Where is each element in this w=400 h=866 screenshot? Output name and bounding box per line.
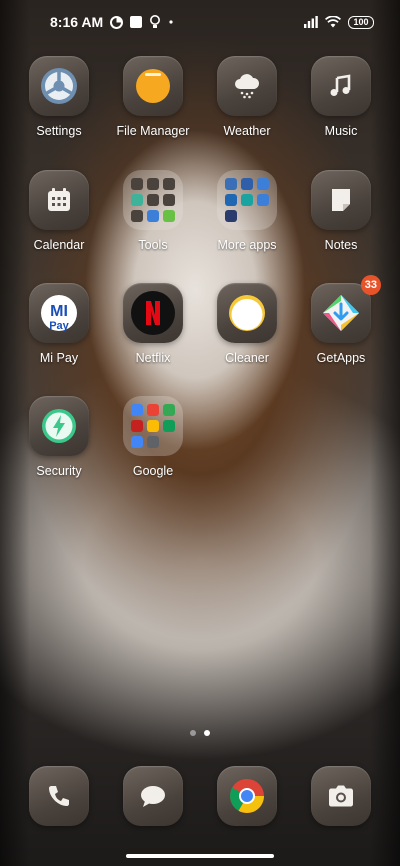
home-indicator[interactable] (126, 854, 274, 858)
app-label: Calendar (33, 238, 85, 252)
security-bolt-icon (29, 396, 89, 456)
app-music[interactable]: Music (293, 56, 389, 138)
app-weather[interactable]: Weather (199, 56, 295, 138)
file-manager-icon (123, 56, 183, 116)
app-label: Weather (223, 124, 271, 138)
notes-icon (311, 170, 371, 230)
app-label: Google (132, 464, 174, 478)
app-label: File Manager (116, 124, 190, 138)
page-dot[interactable] (190, 730, 196, 736)
app-security[interactable]: Security (11, 396, 107, 478)
app-netflix[interactable]: Netflix (105, 283, 201, 365)
bulb-icon (149, 15, 161, 29)
page-indicator (0, 730, 400, 736)
app-label: Music (324, 124, 358, 138)
app-calendar[interactable]: Calendar (11, 170, 107, 252)
phone-icon (29, 766, 89, 826)
folder-tools[interactable]: Tools (105, 170, 201, 252)
square-notification-icon (130, 16, 143, 28)
dock-messages[interactable] (105, 766, 201, 826)
dock-chrome[interactable] (199, 766, 295, 826)
app-label: Settings (36, 124, 82, 138)
app-label: Tools (138, 238, 168, 252)
weather-cloud-icon (217, 56, 277, 116)
message-bubble-icon (123, 766, 183, 826)
app-label: Notes (324, 238, 358, 252)
battery-indicator: 100 (348, 15, 374, 29)
getapps-icon (311, 283, 371, 343)
folder-icon (123, 396, 183, 456)
app-label: Security (36, 464, 82, 478)
calendar-icon (29, 170, 89, 230)
signal-icon (304, 16, 318, 28)
status-bar: 8:16 AM 100 (0, 0, 400, 44)
folder-icon (217, 170, 277, 230)
app-label: Netflix (135, 351, 171, 365)
dock-camera[interactable] (293, 766, 389, 826)
page-dot-active[interactable] (204, 730, 210, 736)
svg-text:MI: MI (50, 303, 68, 320)
app-label: More apps (217, 238, 277, 252)
netflix-icon (123, 283, 183, 343)
folder-icon (123, 170, 183, 230)
data-saver-icon (110, 15, 124, 29)
app-label: Mi Pay (39, 351, 79, 365)
app-getapps[interactable]: 33 GetApps (293, 275, 389, 365)
app-cleaner[interactable]: Cleaner (199, 283, 295, 365)
svg-text:Pay: Pay (49, 320, 69, 332)
dot-icon (168, 19, 174, 25)
app-settings[interactable]: Settings (11, 56, 107, 138)
app-file-manager[interactable]: File Manager (105, 56, 201, 138)
app-label: Cleaner (225, 351, 269, 365)
app-label: GetApps (316, 351, 366, 365)
folder-more-apps[interactable]: More apps (199, 170, 295, 252)
status-time: 8:16 AM (50, 14, 104, 30)
notification-badge: 33 (360, 275, 381, 295)
mi-pay-icon: MI Pay (29, 283, 89, 343)
dock-phone[interactable] (11, 766, 107, 826)
folder-google[interactable]: Google (105, 396, 201, 478)
cleaner-icon (217, 283, 277, 343)
wifi-icon (325, 16, 341, 28)
camera-icon (311, 766, 371, 826)
app-notes[interactable]: Notes (293, 170, 389, 252)
music-note-icon (311, 56, 371, 116)
app-mi-pay[interactable]: MI Pay Mi Pay (11, 283, 107, 365)
chrome-icon (217, 766, 277, 826)
settings-icon (29, 56, 89, 116)
